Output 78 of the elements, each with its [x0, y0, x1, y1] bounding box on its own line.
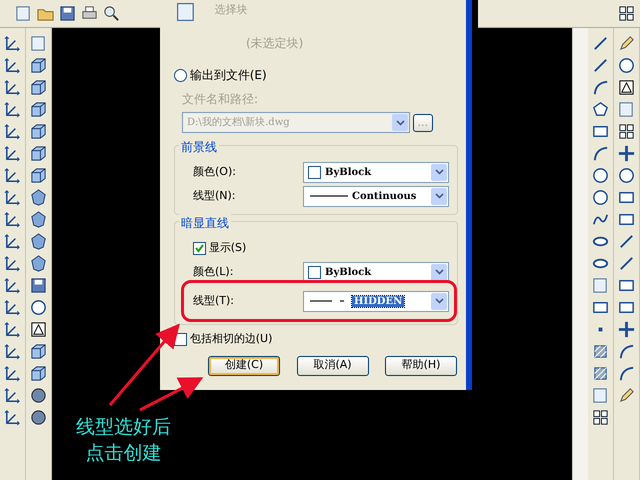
- group-title: 前景线: [179, 138, 219, 156]
- gem-icon[interactable]: [29, 210, 48, 229]
- radio-button[interactable]: [174, 68, 187, 82]
- dialog-button[interactable]: 创建(C): [208, 356, 280, 376]
- checkbox-label: 显示(S): [208, 240, 246, 256]
- sphere-icon[interactable]: [29, 408, 48, 427]
- annotation-text: 线型选好后: [76, 415, 171, 440]
- cube-icon[interactable]: [29, 364, 48, 383]
- magnifier-icon[interactable]: [102, 4, 121, 23]
- gem-icon[interactable]: [29, 254, 48, 273]
- field-label: 颜色(L):: [193, 264, 234, 280]
- axis-icon[interactable]: [3, 166, 22, 185]
- cube-icon[interactable]: [29, 144, 48, 163]
- axis-icon[interactable]: [3, 34, 22, 53]
- cube-icon[interactable]: [29, 122, 48, 141]
- dropdown[interactable]: ByBlock: [303, 262, 449, 282]
- file-path-label: 文件名和路径:: [182, 91, 260, 108]
- axis-icon[interactable]: [3, 408, 22, 427]
- grid-icon[interactable]: [617, 122, 636, 141]
- circle-icon[interactable]: [617, 56, 636, 75]
- caret-icon[interactable]: [434, 169, 444, 175]
- arc-icon[interactable]: [617, 342, 636, 361]
- line-sample: [308, 193, 348, 199]
- block-label: 选择块: [214, 2, 248, 18]
- axis-icon[interactable]: [3, 188, 22, 207]
- circle-icon[interactable]: [617, 166, 636, 185]
- axis-icon[interactable]: [3, 254, 22, 273]
- cube-icon[interactable]: [29, 100, 48, 119]
- cube-icon[interactable]: [29, 56, 48, 75]
- axis-icon[interactable]: [3, 78, 22, 97]
- axis-icon[interactable]: [3, 320, 22, 339]
- axis-icon[interactable]: [3, 122, 22, 141]
- axis-icon[interactable]: [3, 56, 22, 75]
- caret-icon[interactable]: [434, 193, 444, 199]
- cube-icon[interactable]: [29, 78, 48, 97]
- axis-icon[interactable]: [3, 232, 22, 251]
- gem-icon[interactable]: [29, 188, 48, 207]
- field-label: 颜色(O):: [193, 164, 236, 180]
- caret-icon[interactable]: [434, 269, 444, 275]
- pencil-icon[interactable]: [617, 34, 636, 53]
- cross-icon[interactable]: [617, 144, 636, 163]
- dialog-button[interactable]: 帮助(H): [385, 356, 457, 376]
- arc-icon[interactable]: [591, 78, 610, 97]
- cube-icon[interactable]: [29, 166, 48, 185]
- field-label: 线型(N):: [193, 188, 236, 204]
- circle-icon[interactable]: [591, 188, 610, 207]
- pencil-icon[interactable]: [617, 386, 636, 405]
- axis-icon[interactable]: [3, 298, 22, 317]
- axis-icon[interactable]: [3, 364, 22, 383]
- cross-icon[interactable]: [617, 320, 636, 339]
- axis-icon[interactable]: [3, 144, 22, 163]
- axis-icon[interactable]: [3, 386, 22, 405]
- dropdown[interactable]: ByBlock: [303, 162, 449, 182]
- arc-icon[interactable]: [617, 364, 636, 383]
- radio-label: 输出到文件(E): [190, 67, 267, 84]
- color-swatch: [308, 266, 321, 278]
- arc-icon[interactable]: [591, 144, 610, 163]
- dropdown[interactable]: HIDDEN: [303, 290, 449, 312]
- checkbox[interactable]: [193, 242, 206, 254]
- pentagon-icon[interactable]: [591, 100, 610, 119]
- color-swatch: [308, 166, 321, 178]
- grid-icon[interactable]: [591, 408, 610, 427]
- dropdown[interactable]: Continuous: [303, 186, 449, 206]
- dialog-button[interactable]: 取消(A): [296, 356, 368, 376]
- circle-icon[interactable]: [29, 298, 48, 317]
- cube-icon[interactable]: [29, 342, 48, 361]
- axis-icon[interactable]: [3, 342, 22, 361]
- circle-icon[interactable]: [591, 166, 610, 185]
- axis-icon[interactable]: [3, 100, 22, 119]
- sphere-icon[interactable]: [29, 386, 48, 405]
- field-label: 线型(T):: [193, 292, 234, 309]
- block-status: (未选定块): [246, 35, 304, 52]
- caret-icon[interactable]: [434, 298, 444, 304]
- checkbox-label: 包括相切的边(U): [190, 331, 272, 347]
- axis-icon[interactable]: [3, 210, 22, 229]
- gem-icon[interactable]: [29, 232, 48, 251]
- axis-icon[interactable]: [3, 276, 22, 295]
- annotation-text: 点击创建: [84, 441, 162, 466]
